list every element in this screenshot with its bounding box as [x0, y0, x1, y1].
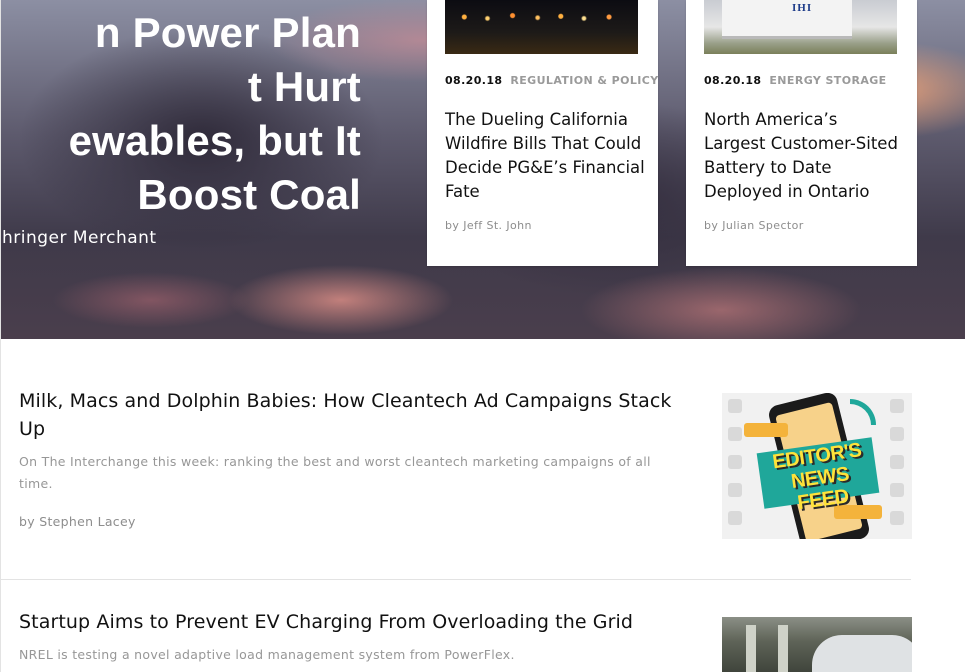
tile-icon — [728, 483, 742, 497]
article-title[interactable]: Milk, Macs and Dolphin Babies: How Clean… — [19, 387, 689, 443]
brand-logo: IHI — [792, 2, 813, 14]
article-list-item[interactable]: Milk, Macs and Dolphin Babies: How Clean… — [1, 339, 965, 579]
tile-icon — [890, 427, 904, 441]
charging-station-icon — [746, 625, 756, 672]
tile-icon — [890, 483, 904, 497]
tile-icon — [728, 455, 742, 469]
hero-title-line: t Hurt — [247, 63, 361, 110]
charging-station-icon — [778, 625, 788, 672]
story-category[interactable]: REGULATION & POLICY — [510, 74, 658, 87]
article-thumbnail[interactable]: EDITOR'S NEWS FEED — [722, 393, 912, 539]
story-date: 08.20.18 — [445, 74, 503, 87]
article-title[interactable]: Startup Aims to Prevent EV Charging From… — [19, 608, 689, 636]
signal-icon — [850, 399, 876, 425]
hero-title-line: ewables, but It — [68, 117, 361, 164]
hero-title[interactable]: n Power Plan t Hurt ewables, but It Boos… — [1, 6, 361, 222]
story-thumbnail[interactable]: IHI — [704, 0, 897, 54]
story-date: 08.20.18 — [704, 74, 762, 87]
tile-icon — [890, 455, 904, 469]
story-card[interactable]: IHI 08.20.18 ENERGY STORAGE North Americ… — [686, 0, 917, 266]
city-lights-image — [445, 10, 638, 24]
story-title[interactable]: North America’s Largest Customer-Sited B… — [704, 108, 904, 204]
tile-icon — [728, 399, 742, 413]
article-list-item[interactable]: Startup Aims to Prevent EV Charging From… — [1, 580, 965, 672]
article-excerpt: On The Interchange this week: ranking th… — [19, 454, 651, 491]
tile-icon — [890, 399, 904, 413]
article-excerpt: NREL is testing a novel adaptive load ma… — [19, 647, 515, 662]
story-author[interactable]: by Jeff St. John — [445, 219, 532, 232]
story-thumbnail[interactable] — [445, 0, 638, 54]
article-thumbnail[interactable] — [722, 617, 912, 672]
hero-title-line: n Power Plan — [94, 9, 361, 56]
story-author[interactable]: by Julian Spector — [704, 219, 804, 232]
tile-icon — [728, 427, 742, 441]
story-title[interactable]: The Dueling California Wildfire Bills Th… — [445, 108, 645, 204]
hero-feature[interactable]: n Power Plan t Hurt ewables, but It Boos… — [1, 0, 965, 339]
story-category[interactable]: ENERGY STORAGE — [769, 74, 886, 87]
tile-icon — [890, 511, 904, 525]
article-author[interactable]: by Stephen Lacey — [19, 514, 136, 529]
car-image — [812, 635, 912, 672]
message-bubble-icon — [744, 423, 788, 437]
page: n Power Plan t Hurt ewables, but It Boos… — [0, 0, 965, 672]
battery-unit-image — [722, 0, 852, 39]
story-card[interactable]: 08.20.18 REGULATION & POLICY The Dueling… — [427, 0, 658, 266]
story-meta: 08.20.18 ENERGY STORAGE — [704, 74, 887, 87]
story-meta: 08.20.18 REGULATION & POLICY — [445, 74, 659, 87]
tile-icon — [728, 511, 742, 525]
hero-author[interactable]: ehringer Merchant — [1, 228, 157, 248]
hero-title-line: Boost Coal — [137, 171, 361, 218]
